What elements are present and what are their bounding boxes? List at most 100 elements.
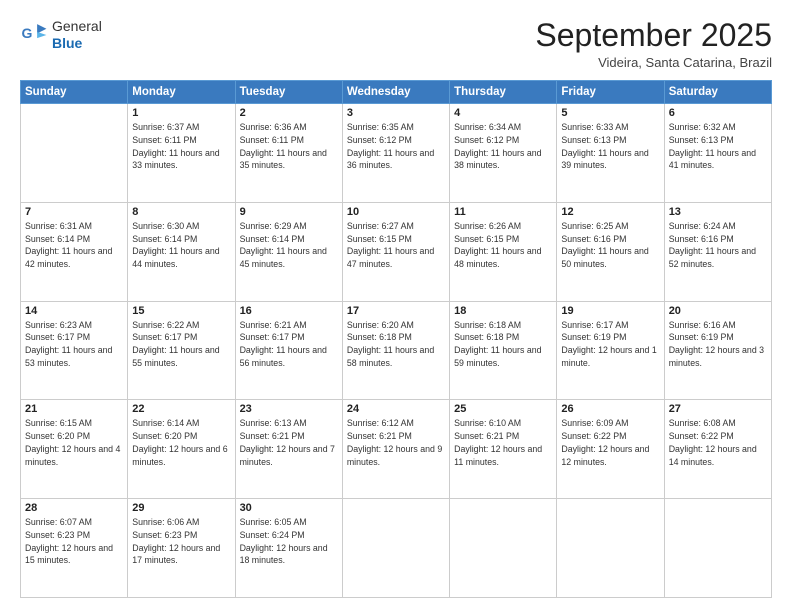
day-info: Sunrise: 6:33 AM Sunset: 6:13 PM Dayligh…: [561, 121, 659, 172]
day-info: Sunrise: 6:27 AM Sunset: 6:15 PM Dayligh…: [347, 220, 445, 271]
calendar-cell: 2 Sunrise: 6:36 AM Sunset: 6:11 PM Daylig…: [235, 104, 342, 203]
col-sunday: Sunday: [21, 81, 128, 104]
day-info: Sunrise: 6:16 AM Sunset: 6:19 PM Dayligh…: [669, 319, 767, 370]
day-info: Sunrise: 6:15 AM Sunset: 6:20 PM Dayligh…: [25, 417, 123, 468]
day-number: 16: [240, 305, 338, 317]
calendar-cell: 28 Sunrise: 6:07 AM Sunset: 6:23 PM Dayli…: [21, 499, 128, 598]
calendar-cell: [342, 499, 449, 598]
calendar-cell: 14 Sunrise: 6:23 AM Sunset: 6:17 PM Dayli…: [21, 301, 128, 400]
day-info: Sunrise: 6:12 AM Sunset: 6:21 PM Dayligh…: [347, 417, 445, 468]
day-number: 5: [561, 107, 659, 119]
day-info: Sunrise: 6:05 AM Sunset: 6:24 PM Dayligh…: [240, 516, 338, 567]
calendar-cell: 6Sunrise: 6:32 AM Sunset: 6:13 PM Daylig…: [664, 104, 771, 203]
calendar-cell: [664, 499, 771, 598]
day-number: 14: [25, 305, 123, 317]
col-thursday: Thursday: [450, 81, 557, 104]
day-number: 13: [669, 206, 767, 218]
calendar-cell: 4 Sunrise: 6:34 AM Sunset: 6:12 PM Daylig…: [450, 104, 557, 203]
day-info: Sunrise: 6:13 AM Sunset: 6:21 PM Dayligh…: [240, 417, 338, 468]
svg-text:G: G: [22, 25, 33, 41]
calendar-cell: 8 Sunrise: 6:30 AM Sunset: 6:14 PM Daylig…: [128, 202, 235, 301]
calendar-cell: 9 Sunrise: 6:29 AM Sunset: 6:14 PM Daylig…: [235, 202, 342, 301]
calendar-cell: 20 Sunrise: 6:16 AM Sunset: 6:19 PM Dayli…: [664, 301, 771, 400]
title-block: September 2025 Videira, Santa Catarina, …: [535, 18, 772, 70]
calendar-week-row: 7Sunrise: 6:31 AM Sunset: 6:14 PM Daylig…: [21, 202, 772, 301]
day-number: 2: [240, 107, 338, 119]
day-info: Sunrise: 6:10 AM Sunset: 6:21 PM Dayligh…: [454, 417, 552, 468]
calendar-cell: 3 Sunrise: 6:35 AM Sunset: 6:12 PM Daylig…: [342, 104, 449, 203]
day-info: Sunrise: 6:29 AM Sunset: 6:14 PM Dayligh…: [240, 220, 338, 271]
day-number: 8: [132, 206, 230, 218]
day-number: 25: [454, 403, 552, 415]
day-info: Sunrise: 6:07 AM Sunset: 6:23 PM Dayligh…: [25, 516, 123, 567]
day-info: Sunrise: 6:35 AM Sunset: 6:12 PM Dayligh…: [347, 121, 445, 172]
day-number: 3: [347, 107, 445, 119]
day-number: 1: [132, 107, 230, 119]
calendar-cell: [21, 104, 128, 203]
day-info: Sunrise: 6:31 AM Sunset: 6:14 PM Dayligh…: [25, 220, 123, 271]
day-number: 4: [454, 107, 552, 119]
day-info: Sunrise: 6:18 AM Sunset: 6:18 PM Dayligh…: [454, 319, 552, 370]
day-info: Sunrise: 6:22 AM Sunset: 6:17 PM Dayligh…: [132, 319, 230, 370]
calendar-cell: [557, 499, 664, 598]
day-info: Sunrise: 6:26 AM Sunset: 6:15 PM Dayligh…: [454, 220, 552, 271]
calendar-week-row: 28 Sunrise: 6:07 AM Sunset: 6:23 PM Dayli…: [21, 499, 772, 598]
calendar-table: Sunday Monday Tuesday Wednesday Thursday…: [20, 80, 772, 598]
calendar-cell: 21 Sunrise: 6:15 AM Sunset: 6:20 PM Dayli…: [21, 400, 128, 499]
day-number: 11: [454, 206, 552, 218]
col-tuesday: Tuesday: [235, 81, 342, 104]
day-number: 10: [347, 206, 445, 218]
calendar-cell: 17Sunrise: 6:20 AM Sunset: 6:18 PM Dayli…: [342, 301, 449, 400]
day-number: 9: [240, 206, 338, 218]
day-number: 28: [25, 502, 123, 514]
day-info: Sunrise: 6:17 AM Sunset: 6:19 PM Dayligh…: [561, 319, 659, 370]
calendar-week-row: 21 Sunrise: 6:15 AM Sunset: 6:20 PM Dayli…: [21, 400, 772, 499]
day-number: 21: [25, 403, 123, 415]
calendar-cell: 27 Sunrise: 6:08 AM Sunset: 6:22 PM Dayli…: [664, 400, 771, 499]
logo-icon: G: [20, 21, 48, 49]
day-number: 27: [669, 403, 767, 415]
calendar-cell: [450, 499, 557, 598]
logo-text: General Blue: [52, 18, 102, 52]
logo: G General Blue: [20, 18, 102, 52]
calendar-cell: 16 Sunrise: 6:21 AM Sunset: 6:17 PM Dayli…: [235, 301, 342, 400]
header: G General Blue September 2025 Videira, S…: [20, 18, 772, 70]
day-number: 6: [669, 107, 767, 119]
calendar-cell: 23 Sunrise: 6:13 AM Sunset: 6:21 PM Dayli…: [235, 400, 342, 499]
day-info: Sunrise: 6:23 AM Sunset: 6:17 PM Dayligh…: [25, 319, 123, 370]
day-number: 30: [240, 502, 338, 514]
calendar-cell: 13Sunrise: 6:24 AM Sunset: 6:16 PM Dayli…: [664, 202, 771, 301]
page: G General Blue September 2025 Videira, S…: [0, 0, 792, 612]
month-title: September 2025: [535, 18, 772, 53]
day-number: 12: [561, 206, 659, 218]
day-info: Sunrise: 6:36 AM Sunset: 6:11 PM Dayligh…: [240, 121, 338, 172]
col-saturday: Saturday: [664, 81, 771, 104]
calendar-cell: 18 Sunrise: 6:18 AM Sunset: 6:18 PM Dayli…: [450, 301, 557, 400]
day-info: Sunrise: 6:30 AM Sunset: 6:14 PM Dayligh…: [132, 220, 230, 271]
calendar-cell: 19Sunrise: 6:17 AM Sunset: 6:19 PM Dayli…: [557, 301, 664, 400]
calendar-cell: 30 Sunrise: 6:05 AM Sunset: 6:24 PM Dayli…: [235, 499, 342, 598]
calendar-week-row: 1 Sunrise: 6:37 AM Sunset: 6:11 PM Daylig…: [21, 104, 772, 203]
calendar-cell: 7Sunrise: 6:31 AM Sunset: 6:14 PM Daylig…: [21, 202, 128, 301]
day-info: Sunrise: 6:08 AM Sunset: 6:22 PM Dayligh…: [669, 417, 767, 468]
calendar-cell: 5 Sunrise: 6:33 AM Sunset: 6:13 PM Daylig…: [557, 104, 664, 203]
calendar-cell: 10 Sunrise: 6:27 AM Sunset: 6:15 PM Dayli…: [342, 202, 449, 301]
calendar-cell: 12 Sunrise: 6:25 AM Sunset: 6:16 PM Dayli…: [557, 202, 664, 301]
day-info: Sunrise: 6:34 AM Sunset: 6:12 PM Dayligh…: [454, 121, 552, 172]
calendar-header-row: Sunday Monday Tuesday Wednesday Thursday…: [21, 81, 772, 104]
day-number: 20: [669, 305, 767, 317]
col-monday: Monday: [128, 81, 235, 104]
day-info: Sunrise: 6:06 AM Sunset: 6:23 PM Dayligh…: [132, 516, 230, 567]
day-info: Sunrise: 6:37 AM Sunset: 6:11 PM Dayligh…: [132, 121, 230, 172]
location: Videira, Santa Catarina, Brazil: [535, 55, 772, 70]
day-number: 26: [561, 403, 659, 415]
day-info: Sunrise: 6:21 AM Sunset: 6:17 PM Dayligh…: [240, 319, 338, 370]
day-number: 23: [240, 403, 338, 415]
day-info: Sunrise: 6:25 AM Sunset: 6:16 PM Dayligh…: [561, 220, 659, 271]
day-number: 29: [132, 502, 230, 514]
day-number: 18: [454, 305, 552, 317]
day-number: 22: [132, 403, 230, 415]
day-info: Sunrise: 6:09 AM Sunset: 6:22 PM Dayligh…: [561, 417, 659, 468]
day-number: 15: [132, 305, 230, 317]
calendar-cell: 22Sunrise: 6:14 AM Sunset: 6:20 PM Dayli…: [128, 400, 235, 499]
